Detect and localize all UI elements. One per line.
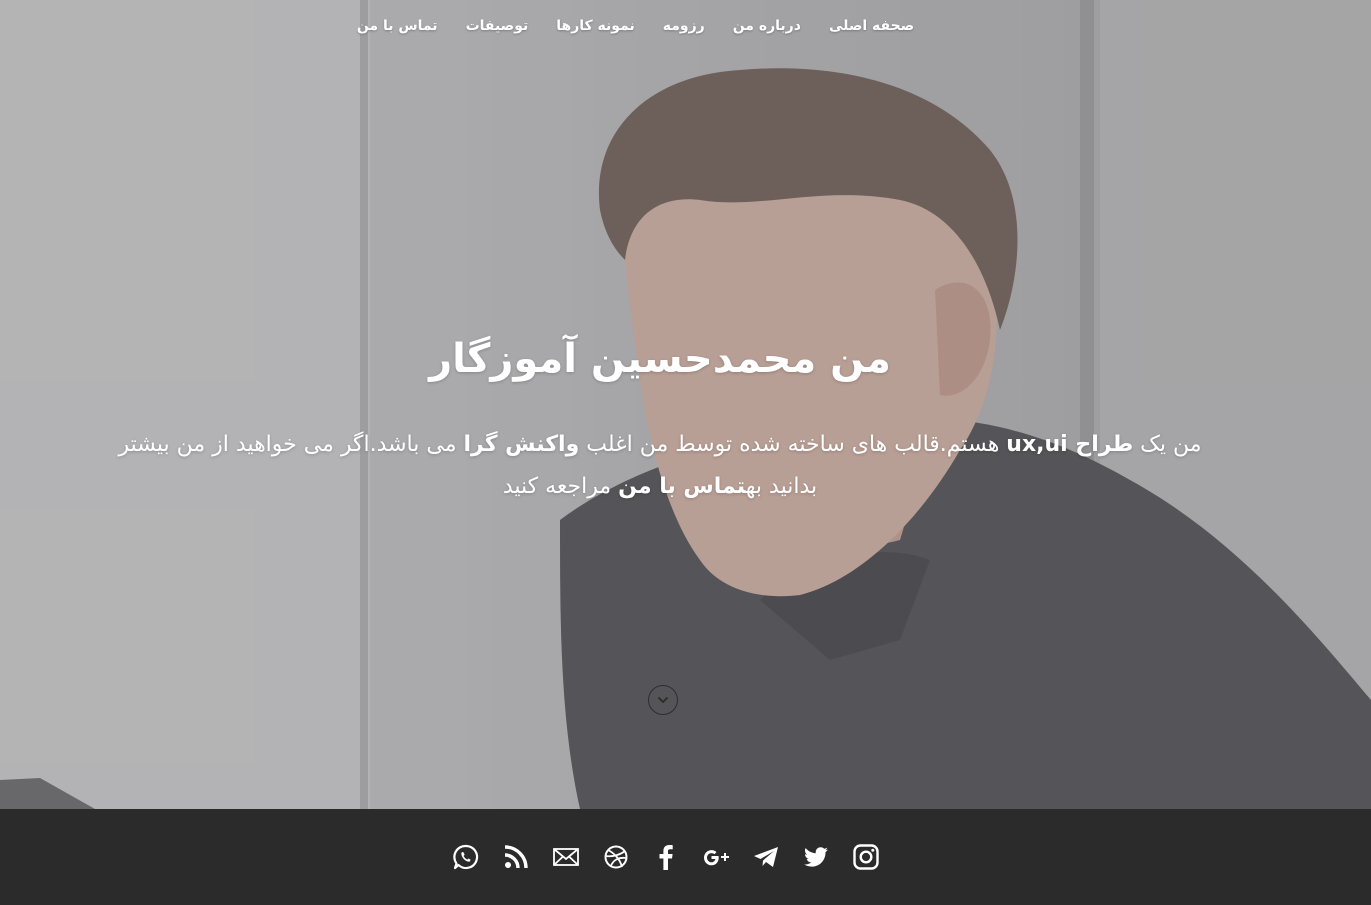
dribbble-link[interactable] bbox=[601, 842, 631, 872]
nav-item-about[interactable]: درباره من bbox=[733, 18, 801, 34]
intro-bold-responsive: واکنش گرا bbox=[463, 432, 580, 457]
instagram-icon bbox=[852, 844, 879, 870]
hero-intro: من یک طراح ux,ui هستم.قالب های ساخته شده… bbox=[100, 424, 1220, 508]
facebook-link[interactable] bbox=[651, 842, 681, 872]
rss-icon bbox=[504, 845, 528, 869]
twitter-icon bbox=[803, 847, 828, 867]
whatsapp-link[interactable] bbox=[451, 842, 481, 872]
intro-text-4: مراجعه کنید bbox=[502, 474, 619, 499]
nav-item-contact[interactable]: تماس با من bbox=[357, 18, 438, 34]
scroll-down-button[interactable] bbox=[648, 685, 678, 715]
intro-text-2: هستم.قالب های ساخته شده توسط من اغلب bbox=[579, 432, 1007, 457]
google-plus-icon bbox=[703, 850, 729, 866]
hero-title: من محمدحسین آموزگار bbox=[429, 336, 891, 382]
intro-bold-role: طراح ux,ui bbox=[1006, 432, 1134, 457]
nav-item-portfolio[interactable]: نمونه کارها bbox=[556, 18, 634, 34]
rss-link[interactable] bbox=[501, 842, 531, 872]
intro-text-1: من یک bbox=[1133, 432, 1202, 457]
nav-item-resume[interactable]: رزومه bbox=[663, 18, 705, 34]
telegram-icon bbox=[753, 847, 778, 867]
email-link[interactable] bbox=[551, 842, 581, 872]
intro-contact-link[interactable]: تماس با من bbox=[618, 474, 746, 499]
hero-overlay bbox=[0, 0, 1371, 809]
chevron-down-icon bbox=[658, 697, 668, 703]
nav-item-home[interactable]: صحفه اصلی bbox=[829, 18, 914, 34]
google-plus-link[interactable] bbox=[701, 842, 731, 872]
hero-section: صحفه اصلی درباره من رزومه نمونه کارها تو… bbox=[0, 0, 1371, 809]
main-nav: صحفه اصلی درباره من رزومه نمونه کارها تو… bbox=[0, 18, 1371, 34]
instagram-link[interactable] bbox=[851, 842, 881, 872]
nav-item-testimonials[interactable]: توصیفات bbox=[466, 18, 529, 34]
twitter-link[interactable] bbox=[801, 842, 831, 872]
whatsapp-icon bbox=[452, 844, 478, 870]
dribbble-icon bbox=[604, 845, 627, 869]
facebook-icon bbox=[659, 845, 673, 870]
social-footer bbox=[0, 809, 1371, 905]
telegram-link[interactable] bbox=[751, 842, 781, 872]
email-icon bbox=[552, 848, 579, 866]
